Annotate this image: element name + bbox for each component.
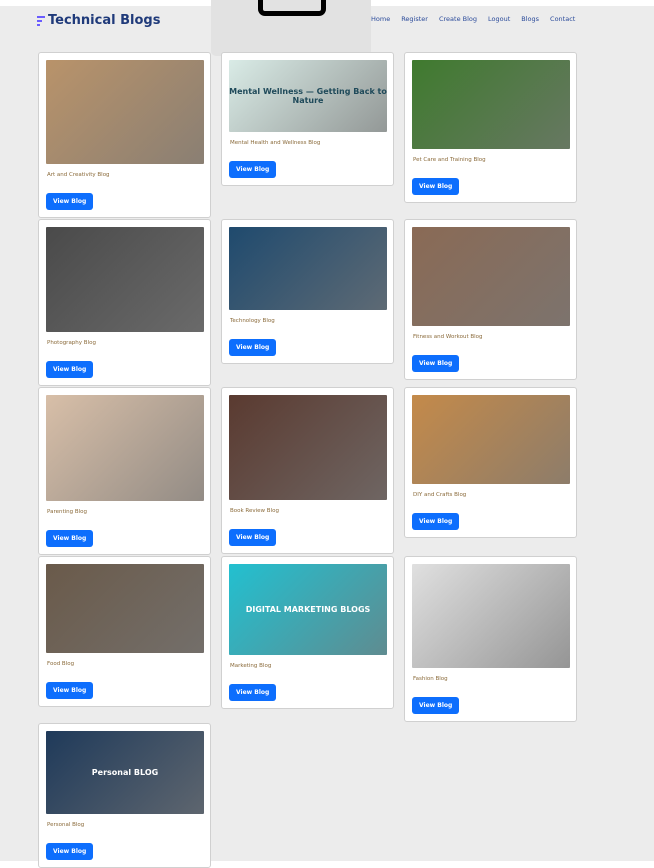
blog-card: Photography Blog View Blog — [38, 219, 211, 386]
brand-logo[interactable]: Technical Blogs — [37, 13, 160, 28]
blog-card: Parenting Blog View Blog — [38, 387, 211, 555]
blog-card: Technology Blog View Blog — [221, 219, 394, 364]
blog-title: Book Review Blog — [230, 508, 279, 514]
blog-image — [412, 60, 570, 149]
blog-image: Personal BLOG — [46, 731, 204, 814]
blog-card: Food Blog View Blog — [38, 556, 211, 707]
blog-image — [46, 227, 204, 332]
blog-card: DIY and Crafts Blog View Blog — [404, 387, 577, 538]
menu-lines-icon — [37, 15, 45, 26]
blog-image: DIGITAL MARKETING BLOGS — [229, 564, 387, 655]
blog-image: Mental Wellness — Getting Back to Nature — [229, 60, 387, 132]
blog-title: Marketing Blog — [230, 663, 272, 669]
blog-title: Parenting Blog — [47, 509, 88, 515]
blog-title: Fitness and Workout Blog — [413, 334, 483, 340]
blog-image — [412, 227, 570, 326]
blog-card: Fitness and Workout Blog View Blog — [404, 219, 577, 380]
blog-title: Technology Blog — [230, 318, 275, 324]
view-blog-button[interactable]: View Blog — [412, 513, 460, 530]
view-blog-button[interactable]: View Blog — [46, 682, 94, 699]
blog-image — [412, 564, 570, 668]
blog-card: Fashion Blog View Blog — [404, 556, 577, 722]
view-blog-button[interactable]: View Blog — [412, 178, 460, 195]
blog-image — [46, 564, 204, 653]
blog-image — [229, 395, 387, 500]
blog-card: Mental Wellness — Getting Back to Nature… — [221, 52, 394, 186]
blog-grid: Art and Creativity Blog View Blog Mental W… — [38, 52, 578, 868]
view-blog-button[interactable]: View Blog — [229, 529, 277, 546]
nav-bar: Home Register Create Blog Logout Blogs C… — [371, 15, 575, 23]
blog-image — [46, 60, 204, 164]
blog-card: Pet Care and Training Blog View Blog — [404, 52, 577, 203]
blog-title: Food Blog — [47, 661, 75, 667]
view-blog-button[interactable]: View Blog — [229, 684, 277, 701]
view-blog-button[interactable]: View Blog — [46, 530, 94, 547]
nav-contact[interactable]: Contact — [550, 15, 575, 23]
device-icon — [258, 0, 326, 16]
blog-image — [412, 395, 570, 484]
view-blog-button[interactable]: View Blog — [229, 161, 277, 178]
view-blog-button[interactable]: View Blog — [46, 843, 94, 860]
blog-title: Art and Creativity Blog — [47, 172, 110, 178]
blog-card: Art and Creativity Blog View Blog — [38, 52, 211, 218]
blog-card: DIGITAL MARKETING BLOGS Marketing Blog Vie… — [221, 556, 394, 709]
blog-image — [229, 227, 387, 310]
view-blog-button[interactable]: View Blog — [46, 361, 94, 378]
blog-title: Personal Blog — [47, 822, 85, 828]
blog-card: Book Review Blog View Blog — [221, 387, 394, 554]
view-blog-button[interactable]: View Blog — [412, 697, 460, 714]
blog-title: DIY and Crafts Blog — [413, 492, 467, 498]
view-blog-button[interactable]: View Blog — [412, 355, 460, 372]
view-blog-button[interactable]: View Blog — [46, 193, 94, 210]
page: Technical Blogs Home Register Create Blo… — [0, 0, 654, 868]
nav-logout[interactable]: Logout — [488, 15, 510, 23]
nav-register[interactable]: Register — [401, 15, 428, 23]
brand-title: Technical Blogs — [48, 13, 161, 28]
blog-title: Fashion Blog — [413, 676, 448, 682]
blog-image — [46, 395, 204, 501]
nav-create-blog[interactable]: Create Blog — [439, 15, 477, 23]
overlay-panel — [211, 0, 371, 56]
nav-blogs[interactable]: Blogs — [521, 15, 539, 23]
blog-card: Personal BLOG Personal Blog View Blog — [38, 723, 211, 868]
nav-home[interactable]: Home — [371, 15, 390, 23]
blog-title: Photography Blog — [47, 340, 96, 346]
blog-title: Pet Care and Training Blog — [413, 157, 486, 163]
view-blog-button[interactable]: View Blog — [229, 339, 277, 356]
blog-title: Mental Health and Wellness Blog — [230, 140, 321, 146]
